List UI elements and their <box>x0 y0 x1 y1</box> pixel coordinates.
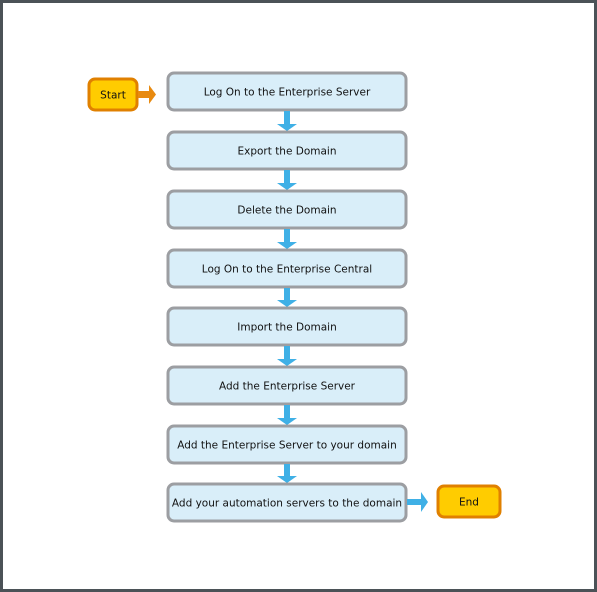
end-arrow <box>407 492 428 512</box>
step-4-label: Log On to the Enterprise Central <box>202 264 372 276</box>
start-arrow <box>138 85 156 104</box>
flow-arrow <box>277 346 297 366</box>
step-5-label: Import the Domain <box>237 322 337 334</box>
step-7: Add the Enterprise Server to your domain <box>166 424 408 465</box>
step-8-label: Add your automation servers to the domai… <box>172 498 402 510</box>
flowchart-frame: Log On to the Enterprise Server Export th… <box>0 0 597 592</box>
flow-arrow <box>277 229 297 249</box>
step-7-label: Add the Enterprise Server to your domain <box>177 440 397 452</box>
step-3: Delete the Domain <box>166 189 408 230</box>
flow-arrow <box>277 464 297 483</box>
step-4: Log On to the Enterprise Central <box>166 248 408 289</box>
flow-arrow <box>277 170 297 190</box>
flow-arrow <box>277 405 297 425</box>
start-terminal: Start <box>87 77 139 112</box>
step-6: Add the Enterprise Server <box>166 365 408 406</box>
step-2: Export the Domain <box>166 130 408 171</box>
step-5: Import the Domain <box>166 306 408 347</box>
step-1-label: Log On to the Enterprise Server <box>204 87 371 99</box>
step-3-label: Delete the Domain <box>237 205 336 217</box>
step-2-label: Export the Domain <box>237 146 336 158</box>
end-terminal: End <box>436 484 502 519</box>
flow-arrow <box>277 111 297 131</box>
flow-arrow <box>277 288 297 307</box>
start-terminal-label: Start <box>100 90 126 102</box>
step-8: Add your automation servers to the domai… <box>166 482 408 523</box>
step-6-label: Add the Enterprise Server <box>219 381 356 393</box>
flowchart: Log On to the Enterprise Server Export th… <box>87 71 502 523</box>
end-terminal-label: End <box>459 497 479 509</box>
step-1: Log On to the Enterprise Server <box>166 71 408 112</box>
